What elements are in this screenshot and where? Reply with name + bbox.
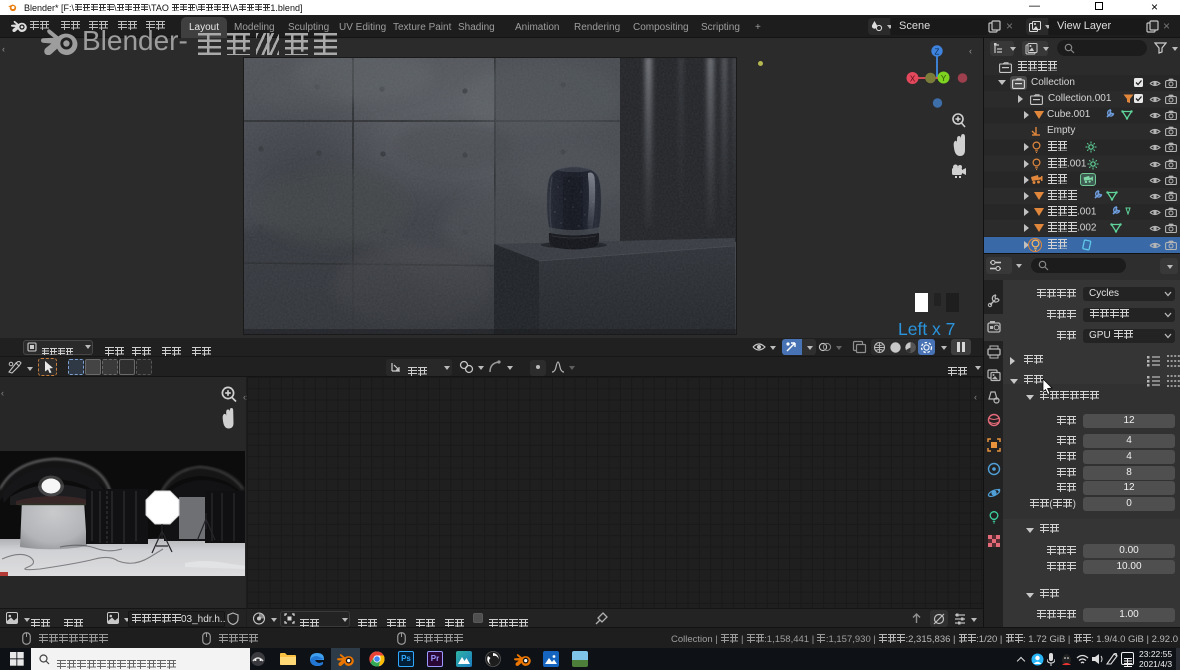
svg-text:Z: Z	[935, 48, 940, 57]
svg-text:X: X	[910, 75, 916, 84]
svg-text:Y: Y	[941, 74, 947, 83]
